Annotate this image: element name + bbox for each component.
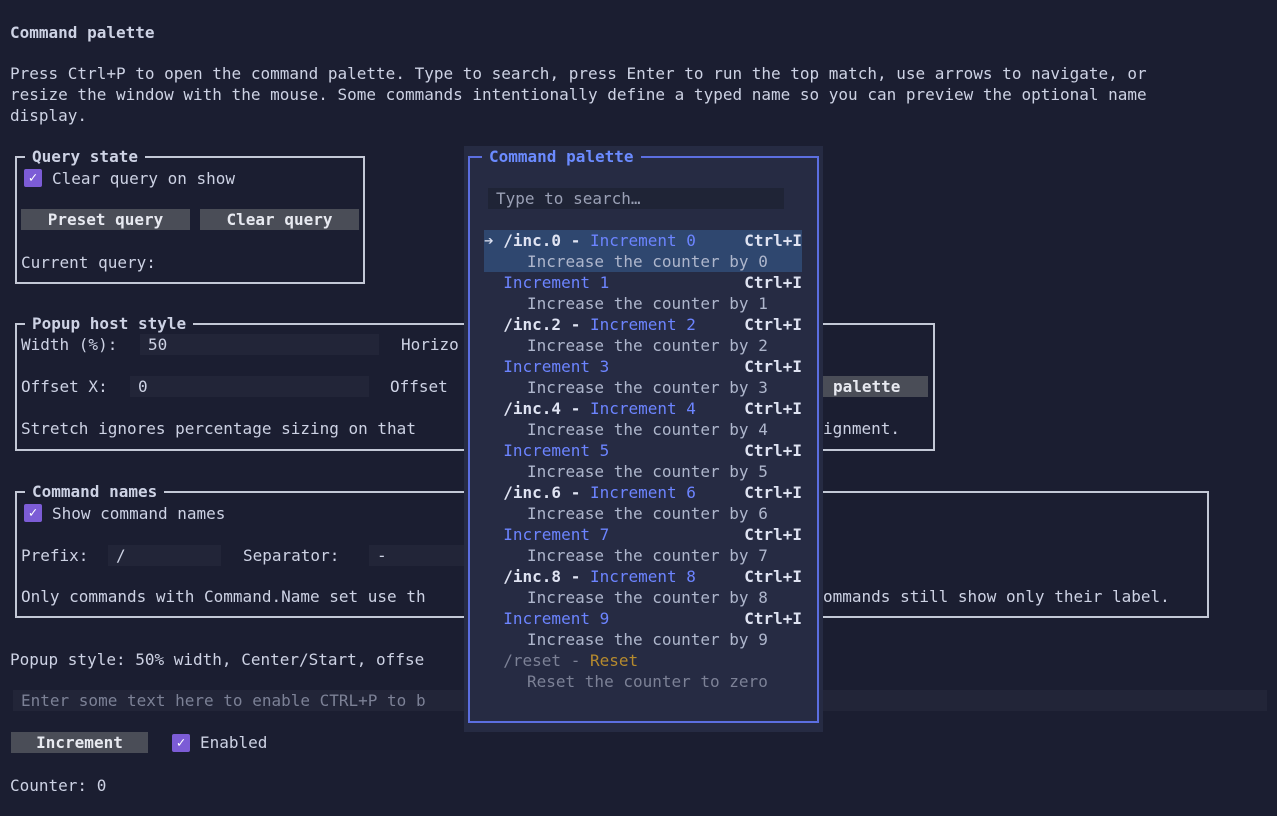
names-note-right: ommands still show only their label. [823,587,1170,606]
prefix-label: Prefix: [21,546,89,565]
palette-item-label: Increment 3 [503,357,610,376]
palette-item-label: Increment 5 [503,441,610,460]
palette-item-shortcut: Ctrl+I [744,483,802,502]
command-names-legend: Command names [25,481,165,502]
palette-item-label: Increment 2 [589,315,696,334]
open-palette-button[interactable]: palette [823,376,928,397]
counter-text: Counter: 0 [10,776,107,795]
popup-style-status: Popup style: 50% width, Center/Start, of… [10,650,425,669]
clear-query-button[interactable]: Clear query [200,209,359,230]
intro-line-3: display. [10,106,88,125]
palette-item-description: Increase the counter by 0 [527,252,768,271]
palette-item-description: Increase the counter by 6 [527,504,768,523]
page-title: Command palette [10,23,155,42]
palette-item-shortcut: Ctrl+I [744,315,802,334]
palette-item[interactable]: Increment 1 Ctrl+I [484,272,802,293]
palette-item-name: /inc.8 - [503,567,590,586]
separator-input[interactable]: - [369,545,464,566]
checkmark-icon: ✓ [28,170,38,186]
intro-line-2: resize the window with the mouse. Some c… [10,85,1147,104]
palette-item-shortcut: Ctrl+I [744,609,802,628]
palette-item-name: /inc.4 - [503,399,590,418]
selected-arrow-icon: ➔ [484,231,504,250]
palette-item-name: /reset - [503,651,590,670]
preset-query-button[interactable]: Preset query [21,209,190,230]
checkmark-icon: ✓ [176,735,186,751]
enabled-checkbox[interactable]: ✓ [172,734,190,752]
palette-item[interactable]: Increment 5 Ctrl+I [484,440,802,461]
width-input[interactable]: 50 [140,334,379,355]
clear-query-label: Clear query on show [52,169,236,188]
clear-query-checkbox[interactable]: ✓ [24,169,42,187]
palette-item-description: Increase the counter by 4 [527,420,768,439]
palette-item-shortcut: Ctrl+I [744,399,802,418]
names-note-left: Only commands with Command.Name set use … [21,587,426,606]
palette-item-description: Increase the counter by 3 [527,378,768,397]
palette-item-name: /inc.6 - [503,483,590,502]
host-note-left: Stretch ignores percentage sizing on tha… [21,419,416,438]
palette-item-shortcut: Ctrl+I [744,231,802,250]
palette-item[interactable]: /inc.6 - Increment 6 Ctrl+I [484,482,802,503]
current-query-label: Current query: [21,253,156,272]
checkmark-icon: ✓ [28,505,38,521]
palette-item-label: Increment 9 [503,609,610,628]
palette-item[interactable]: /inc.4 - Increment 4 Ctrl+I [484,398,802,419]
palette-item[interactable]: /reset - Reset [484,650,802,671]
palette-item-label: Increment 1 [503,273,610,292]
offset-y-label: Offset [390,377,448,396]
enabled-label: Enabled [200,733,268,752]
intro-line-1: Press Ctrl+P to open the command palette… [10,64,1147,83]
separator-label: Separator: [243,546,340,565]
palette-item-label: Increment 0 [589,231,696,250]
palette-item[interactable]: /inc.2 - Increment 2 Ctrl+I [484,314,802,335]
palette-item-description: Increase the counter by 8 [527,588,768,607]
palette-item-description: Reset the counter to zero [527,672,768,691]
width-label: Width (%): [21,335,118,354]
palette-item-shortcut: Ctrl+I [744,357,802,376]
palette-title: Command palette [482,146,641,167]
palette-item-description: Increase the counter by 1 [527,294,768,313]
palette-item-name: /inc.0 - [503,231,590,250]
prefix-input[interactable]: / [108,545,221,566]
palette-item-description: Increase the counter by 9 [527,630,768,649]
horizontal-label: Horizo [401,335,459,354]
command-palette-popup: Command palette Type to search… ➔ /inc.0… [464,146,823,732]
palette-item-label: Increment 6 [589,483,696,502]
host-note-right: ignment. [823,419,901,438]
palette-item[interactable]: /inc.8 - Increment 8 Ctrl+I [484,566,802,587]
palette-item-label: Reset [589,651,639,670]
palette-item-shortcut: Ctrl+I [744,525,802,544]
palette-item-description: Increase the counter by 5 [527,462,768,481]
palette-item-description: Increase the counter by 2 [527,336,768,355]
palette-item[interactable]: Increment 3 Ctrl+I [484,356,802,377]
palette-item[interactable]: Increment 9 Ctrl+I [484,608,802,629]
palette-item-description: Increase the counter by 7 [527,546,768,565]
palette-search-input[interactable]: Type to search… [488,188,784,209]
increment-button[interactable]: Increment [11,732,148,753]
offset-x-input[interactable]: 0 [130,376,369,397]
palette-item-shortcut: Ctrl+I [744,567,802,586]
palette-item-label: Increment 4 [589,399,696,418]
popup-host-style-legend: Popup host style [25,313,194,334]
show-command-names-checkbox[interactable]: ✓ [24,504,42,522]
palette-item[interactable]: Increment 7 Ctrl+I [484,524,802,545]
palette-item-shortcut: Ctrl+I [744,273,802,292]
palette-item-name: /inc.2 - [503,315,590,334]
palette-item-label: Increment 7 [503,525,610,544]
query-state-legend: Query state [25,146,145,167]
palette-item-label: Increment 8 [589,567,696,586]
palette-item-shortcut: Ctrl+I [744,441,802,460]
offset-x-label: Offset X: [21,377,108,396]
show-command-names-label: Show command names [52,504,226,523]
